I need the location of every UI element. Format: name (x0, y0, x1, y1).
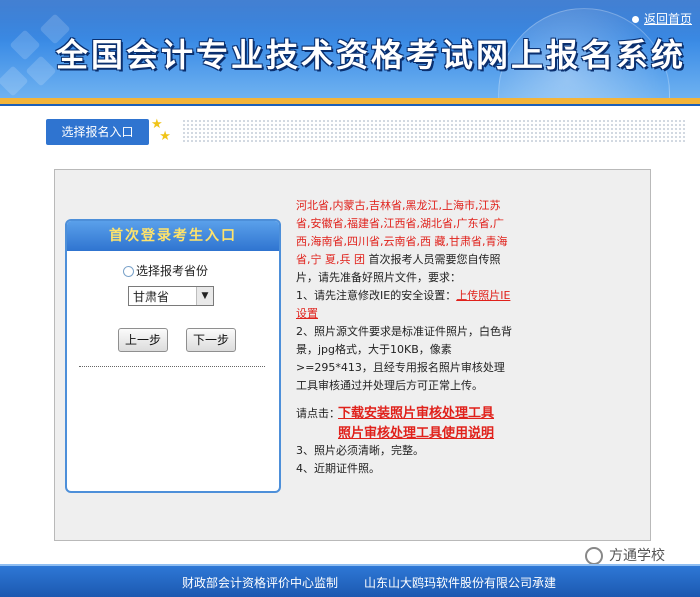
province-radio[interactable]: 选择报考省份 (123, 262, 208, 279)
tool-links: 下载安装照片审核处理工具 照片审核处理工具使用说明 (338, 404, 494, 444)
province-select[interactable]: 甘肃省 ▼ (128, 286, 214, 306)
tab-select-entry[interactable]: 选择报名入口 (46, 119, 149, 145)
banner-hex-decoration (25, 55, 57, 87)
instructions-more: 3、照片必须清晰，完整。 4、近期证件照。 (296, 442, 516, 478)
banner-hex-decoration (0, 65, 29, 97)
footer: 财政部会计资格评价中心监制 山东山大鸥玛软件股份有限公司承建 (0, 564, 700, 597)
instruction-2: 2、照片源文件要求是标准证件照片，白色背景，jpg格式，大于10KB，像素>=2… (296, 325, 512, 392)
instruction-4: 4、近期证件照。 (296, 462, 380, 475)
login-separator (79, 366, 265, 367)
header-stripe-line (0, 104, 700, 106)
home-link[interactable]: 返回首页 (631, 10, 692, 27)
province-radio-label: 选择报考省份 (136, 264, 209, 278)
instruction-3: 3、照片必须清晰，完整。 (296, 444, 424, 457)
footer-text: 财政部会计资格评价中心监制 山东山大鸥玛软件股份有限公司承建 (182, 574, 556, 591)
radio-icon[interactable] (123, 266, 134, 277)
next-button[interactable]: 下一步 (186, 328, 236, 352)
watermark: 方通学校 (585, 545, 665, 565)
prev-button[interactable]: 上一步 (118, 328, 168, 352)
chevron-down-icon: ▼ (196, 287, 213, 305)
bullet-icon (631, 16, 639, 23)
instruction-1: 1、请先注意修改IE的安全设置： (296, 289, 457, 302)
wechat-icon (585, 547, 603, 565)
click-label: 请点击： (296, 407, 340, 420)
province-select-value: 甘肃省 (133, 290, 170, 304)
footer-supervisor: 财政部会计资格评价中心监制 (182, 576, 339, 590)
system-title: 全国会计专业技术资格考试网上报名系统 (56, 36, 687, 74)
header-banner: 全国会计专业技术资格考试网上报名系统 返回首页 (0, 0, 700, 98)
download-tool-link[interactable]: 下载安装照片审核处理工具 (338, 404, 494, 424)
watermark-text: 方通学校 (609, 548, 665, 564)
home-link-label: 返回首页 (643, 12, 692, 26)
footer-developer: 山东山大鸥玛软件股份有限公司承建 (364, 576, 557, 590)
login-box-heading: 首次登录考生入口 (67, 221, 279, 251)
instructions: 河北省,内蒙古,吉林省,黑龙江,上海市,江苏省,安徽省,福建省,江西省,湖北省,… (296, 197, 514, 395)
dotted-divider (182, 119, 687, 143)
tool-manual-link[interactable]: 照片审核处理工具使用说明 (338, 424, 494, 444)
star-icon: ★ ★ (151, 117, 171, 144)
first-login-box: 首次登录考生入口 选择报考省份 甘肃省 ▼ 上一步 下一步 (65, 219, 281, 493)
